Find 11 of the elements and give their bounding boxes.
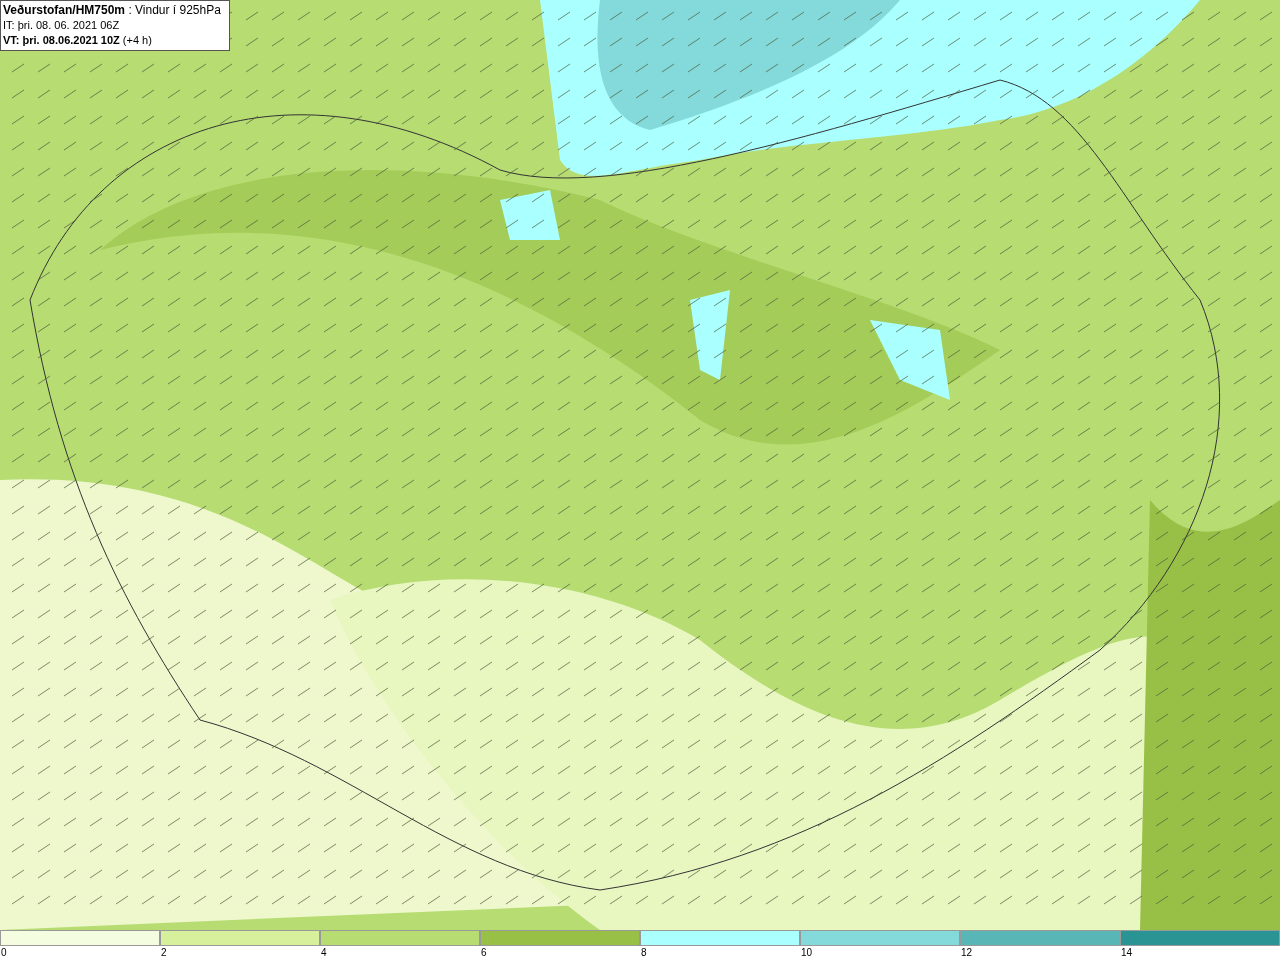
legend-label: 14: [1120, 947, 1133, 958]
legend-label: 4: [320, 947, 327, 958]
legend-label: 10: [800, 947, 813, 958]
header-text: Veðurstofan/HM750m : Vindur í 925hPa: [3, 3, 222, 18]
legend-label: 8: [640, 947, 647, 958]
legend-label: 0: [0, 947, 7, 958]
header-text: VT: þri. 08.06.2021 10Z (+4 h): [3, 33, 153, 48]
header-text: IT: þri. 08. 06. 2021 06Z: [3, 18, 121, 33]
legend-label: 2: [160, 947, 167, 958]
legend-label: 12: [960, 947, 973, 958]
legend-label: 6: [480, 947, 487, 958]
